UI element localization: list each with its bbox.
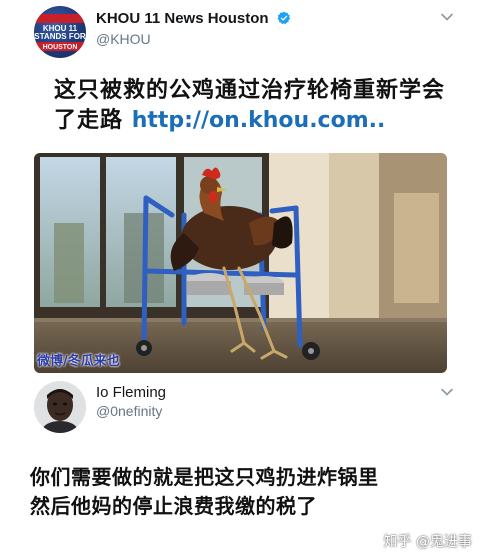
chevron-down-icon[interactable] xyxy=(440,385,454,399)
io-fleming-avatar[interactable] xyxy=(34,381,86,433)
reply-author-handle[interactable]: @0nefinity xyxy=(96,403,166,419)
reply-author-block: Io Fleming @0nefinity xyxy=(96,384,166,419)
person-avatar-icon xyxy=(34,381,86,433)
reply-author-name[interactable]: Io Fleming xyxy=(96,384,166,401)
photo-watermark: 微博/冬瓜来也 xyxy=(37,354,120,369)
author-name[interactable]: KHOU 11 News Houston xyxy=(96,10,269,27)
tweet-text: 这只被救的公鸡通过治疗轮椅重新学会了走路 http://on.khou.com.… xyxy=(54,76,454,136)
avatar-tagline-text: STANDS FOR xyxy=(34,32,86,41)
avatar-city-text: HOUSTON xyxy=(42,44,78,51)
rooster-wheelchair-image xyxy=(34,153,447,373)
reply-header: Io Fleming @0nefinity xyxy=(34,381,454,433)
tweet-link[interactable]: http://on.khou.com.. xyxy=(132,108,386,133)
tweet-header: KHOU 11 STANDS FOR HOUSTON KHOU 11 News … xyxy=(34,6,454,58)
reply-text: 你们需要做的就是把这只鸡扔进炸锅里 然后他妈的停止浪费我缴的税了 xyxy=(30,463,470,521)
author-handle[interactable]: @KHOU xyxy=(96,31,291,47)
verified-badge-icon xyxy=(277,11,290,25)
reply-text-line-2: 然后他妈的停止浪费我缴的税了 xyxy=(30,494,317,518)
khou-avatar[interactable]: KHOU 11 STANDS FOR HOUSTON xyxy=(34,6,86,58)
footer-watermark: 知乎 @鬼进事 xyxy=(383,534,472,550)
author-block: KHOU 11 News Houston @KHOU xyxy=(96,8,291,47)
reply-text-line-1: 你们需要做的就是把这只鸡扔进炸锅里 xyxy=(30,465,379,489)
tweet-photo[interactable]: 微博/冬瓜来也 xyxy=(34,153,447,373)
chevron-down-icon[interactable] xyxy=(440,10,454,24)
